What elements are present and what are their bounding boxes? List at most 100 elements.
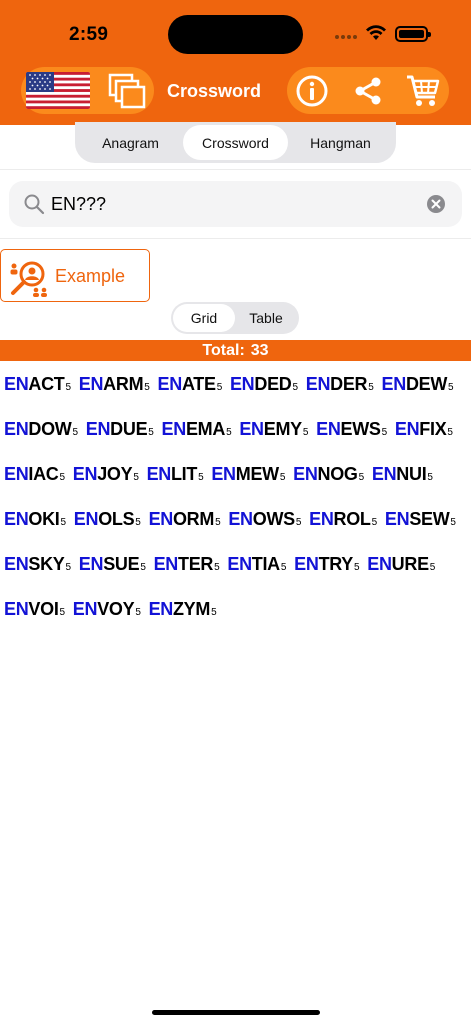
result-word[interactable]: ENLIT5 bbox=[147, 458, 204, 503]
result-word[interactable]: ENTRY5 bbox=[294, 548, 359, 593]
battery-icon bbox=[395, 26, 431, 42]
result-word[interactable]: ENDEW5 bbox=[382, 368, 454, 413]
word-length: 5 bbox=[214, 562, 220, 573]
view-tab-table[interactable]: Table bbox=[235, 304, 297, 332]
word-length: 5 bbox=[60, 517, 67, 528]
result-word[interactable]: ENARM5 bbox=[79, 368, 150, 413]
status-time: 2:59 bbox=[69, 24, 109, 45]
word-suffix: DER bbox=[330, 374, 368, 394]
result-word[interactable]: ENZYM5 bbox=[149, 593, 217, 638]
word-prefix: EN bbox=[146, 464, 172, 484]
word-suffix: ACT bbox=[28, 374, 65, 394]
word-suffix: DUE bbox=[110, 419, 148, 439]
example-button[interactable]: Example bbox=[0, 249, 150, 302]
result-word[interactable]: ENEWS5 bbox=[316, 413, 387, 458]
result-word[interactable]: ENURE5 bbox=[367, 548, 435, 593]
word-suffix: TER bbox=[178, 554, 214, 574]
result-word[interactable]: ENDUE5 bbox=[86, 413, 154, 458]
page-title: Crossword bbox=[167, 81, 262, 101]
result-word[interactable]: ENNUI5 bbox=[372, 458, 433, 503]
word-prefix: EN bbox=[161, 419, 187, 439]
wifi-icon bbox=[366, 25, 386, 40]
info-icon[interactable] bbox=[296, 75, 328, 107]
result-word[interactable]: ENROL5 bbox=[309, 503, 377, 548]
word-suffix: ATE bbox=[181, 374, 216, 394]
copy-icon[interactable] bbox=[107, 72, 147, 109]
word-suffix: FIX bbox=[419, 419, 447, 439]
result-word[interactable]: ENOLS5 bbox=[74, 503, 141, 548]
divider bbox=[0, 238, 471, 239]
result-word[interactable]: ENATE5 bbox=[158, 368, 223, 413]
word-prefix: EN bbox=[148, 509, 174, 529]
result-word[interactable]: ENJOY5 bbox=[73, 458, 139, 503]
result-word[interactable]: ENDOW5 bbox=[4, 413, 78, 458]
clear-icon[interactable] bbox=[427, 195, 445, 213]
result-word[interactable]: ENEMY5 bbox=[239, 413, 308, 458]
result-word[interactable]: ENOWS5 bbox=[228, 503, 301, 548]
result-word[interactable]: ENMEW5 bbox=[211, 458, 285, 503]
result-word[interactable]: ENSKY5 bbox=[4, 548, 71, 593]
result-word[interactable]: ENVOY5 bbox=[73, 593, 141, 638]
word-prefix: EN bbox=[72, 464, 98, 484]
result-word[interactable]: ENIAC5 bbox=[4, 458, 65, 503]
mode-tab-hangman[interactable]: Hangman bbox=[288, 125, 393, 160]
word-prefix: EN bbox=[78, 554, 104, 574]
word-prefix: EN bbox=[4, 509, 29, 529]
result-word[interactable]: ENFIX5 bbox=[395, 413, 453, 458]
dynamic-island bbox=[168, 15, 303, 54]
result-word[interactable]: ENOKI5 bbox=[4, 503, 66, 548]
total-label: Total: bbox=[202, 342, 245, 359]
cart-icon[interactable] bbox=[405, 73, 441, 109]
word-suffix: EMY bbox=[263, 419, 302, 439]
total-bar: Total: 33 bbox=[0, 340, 471, 361]
result-word[interactable]: ENEMA5 bbox=[162, 413, 232, 458]
word-length: 5 bbox=[72, 427, 79, 438]
word-length: 5 bbox=[450, 517, 456, 528]
word-length: 5 bbox=[226, 427, 232, 438]
app-header: 2:59 Crossword bbox=[0, 0, 471, 125]
mode-tab-crossword[interactable]: Crossword bbox=[183, 125, 288, 160]
result-word[interactable]: ENSEW5 bbox=[385, 503, 456, 548]
word-prefix: EN bbox=[4, 554, 29, 574]
result-word[interactable]: ENVOI5 bbox=[4, 593, 65, 638]
result-word[interactable]: ENNOG5 bbox=[293, 458, 364, 503]
word-suffix: NOG bbox=[317, 464, 358, 484]
result-word[interactable]: ENTER5 bbox=[154, 548, 220, 593]
word-prefix: EN bbox=[4, 419, 29, 439]
user-search-icon bbox=[10, 261, 47, 297]
word-suffix: VOI bbox=[28, 599, 59, 619]
word-length: 5 bbox=[427, 472, 433, 483]
word-prefix: EN bbox=[239, 419, 264, 439]
word-prefix: EN bbox=[153, 554, 179, 574]
word-suffix: SEW bbox=[409, 509, 450, 529]
search-bar bbox=[9, 181, 462, 227]
word-length: 5 bbox=[148, 427, 154, 438]
word-prefix: EN bbox=[394, 419, 420, 439]
word-suffix: SUE bbox=[103, 554, 140, 574]
word-prefix: EN bbox=[78, 374, 104, 394]
word-suffix: SKY bbox=[28, 554, 65, 574]
total-count: 33 bbox=[250, 342, 269, 359]
us-flag-icon[interactable] bbox=[26, 72, 90, 109]
word-length: 5 bbox=[292, 382, 298, 393]
cellular-dots-icon bbox=[335, 35, 357, 41]
view-tab-grid[interactable]: Grid bbox=[173, 304, 235, 332]
results-grid: ENACT5 ENARM5 ENATE5 ENDED5 ENDER5 ENDEW5 ENDO… bbox=[4, 368, 469, 638]
result-word[interactable]: ENDER5 bbox=[306, 368, 374, 413]
word-suffix: TIA bbox=[251, 554, 280, 574]
result-word[interactable]: ENORM5 bbox=[149, 503, 221, 548]
word-suffix: OWS bbox=[252, 509, 295, 529]
word-suffix: ORM bbox=[172, 509, 215, 529]
result-word[interactable]: ENTIA5 bbox=[227, 548, 286, 593]
result-word[interactable]: ENDED5 bbox=[230, 368, 298, 413]
word-prefix: EN bbox=[316, 419, 341, 439]
word-suffix: LIT bbox=[170, 464, 198, 484]
search-input[interactable] bbox=[51, 191, 411, 217]
word-length: 5 bbox=[302, 427, 309, 438]
word-length: 5 bbox=[447, 427, 453, 438]
word-prefix: EN bbox=[73, 509, 99, 529]
result-word[interactable]: ENACT5 bbox=[4, 368, 71, 413]
mode-tab-anagram[interactable]: Anagram bbox=[78, 125, 183, 160]
result-word[interactable]: ENSUE5 bbox=[79, 548, 146, 593]
share-icon[interactable] bbox=[352, 75, 384, 107]
